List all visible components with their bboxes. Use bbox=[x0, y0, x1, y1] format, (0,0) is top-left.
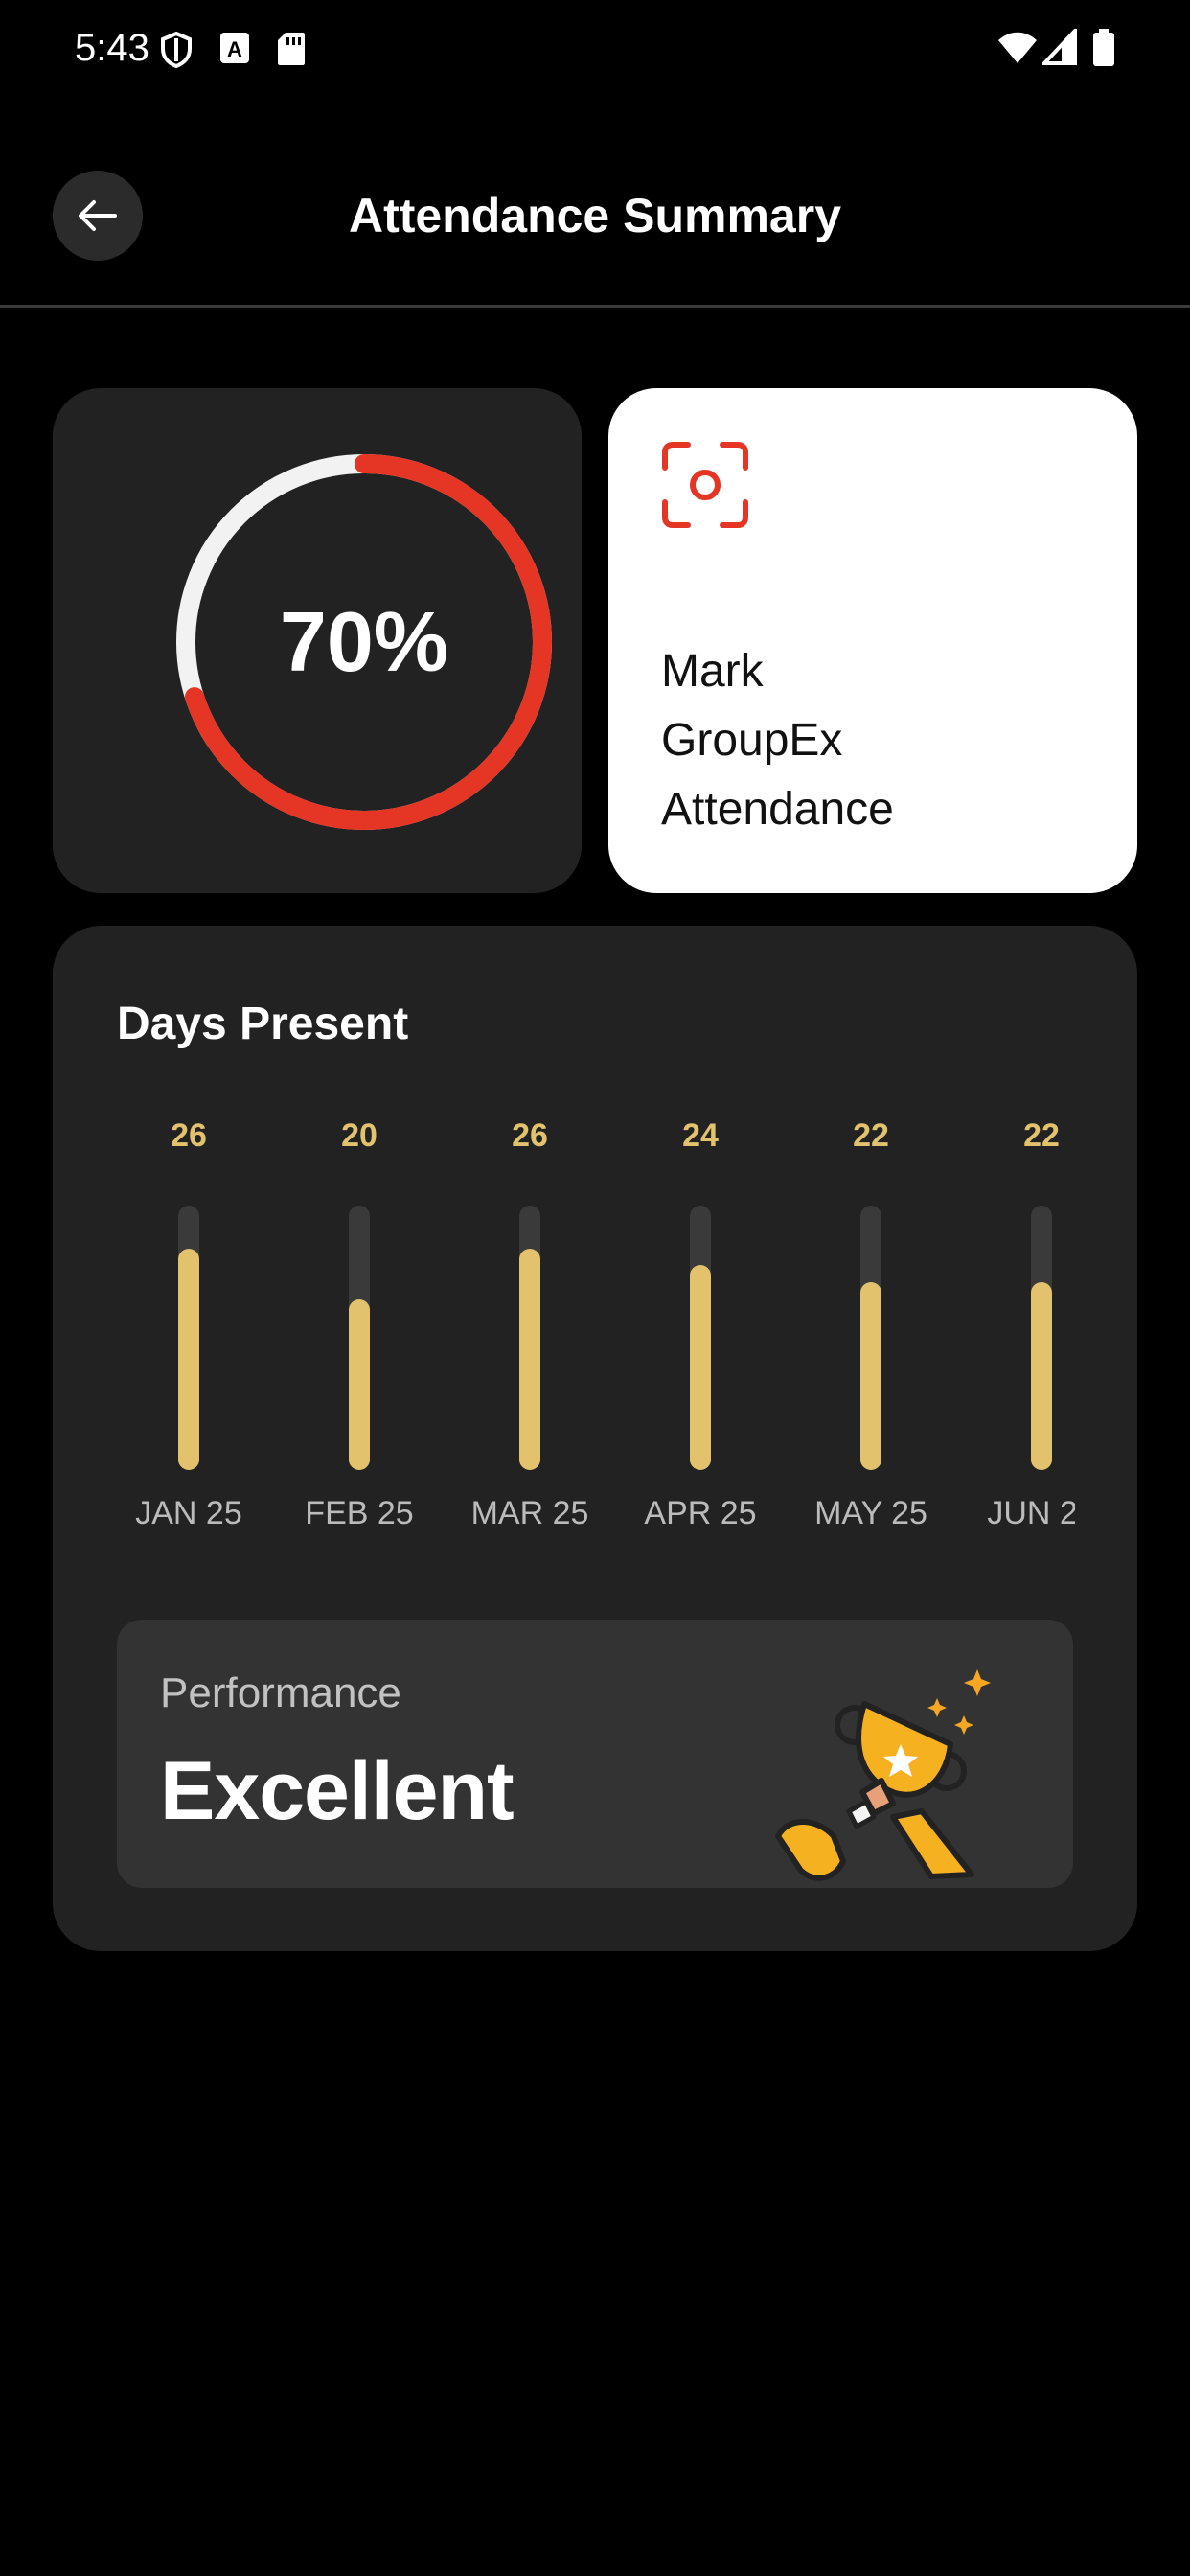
status-time: 5:43 bbox=[75, 27, 149, 69]
bar bbox=[1031, 1282, 1052, 1470]
page-title: Attendance Summary bbox=[348, 189, 842, 242]
bar-category-label: MAR 25 bbox=[470, 1495, 589, 1531]
bar-track bbox=[519, 1206, 540, 1470]
performance-panel: Performance Excellent bbox=[117, 1620, 1073, 1888]
mark-attendance-label: Mark GroupEx Attendance bbox=[661, 646, 894, 835]
header-divider bbox=[0, 305, 1190, 308]
mark-groupex-attendance-card[interactable]: Mark GroupEx Attendance bbox=[608, 388, 1137, 893]
a11y-a-icon: A bbox=[220, 33, 249, 63]
bar bbox=[349, 1300, 370, 1470]
performance-label: Performance bbox=[160, 1669, 401, 1716]
bar-track bbox=[690, 1206, 711, 1470]
bar-track bbox=[349, 1206, 370, 1470]
bar-column: 26 MAR 25 bbox=[458, 1117, 602, 1539]
days-present-chart: 26 JAN 25 20 FEB 25 26 MAR 25 24 APR 25 22 MAY 25… bbox=[117, 1117, 1075, 1539]
bar-column: 24 APR 25 bbox=[629, 1117, 772, 1539]
bar bbox=[519, 1249, 540, 1470]
days-present-title: Days Present bbox=[117, 999, 409, 1049]
bar-category-label: MAY 25 bbox=[814, 1495, 927, 1531]
bar-value-label: 26 bbox=[171, 1117, 207, 1154]
bar-track bbox=[860, 1206, 881, 1470]
performance-value: Excellent bbox=[160, 1745, 515, 1837]
bar-column: 20 FEB 25 bbox=[287, 1117, 431, 1539]
bar-category-label: JAN 25 bbox=[135, 1495, 242, 1531]
bar-value-label: 24 bbox=[682, 1117, 719, 1154]
bar-value-label: 26 bbox=[512, 1117, 548, 1154]
progress-ring: 70% bbox=[168, 446, 561, 839]
bar-column: 26 JAN 25 bbox=[117, 1117, 261, 1539]
cellular-signal-icon bbox=[1042, 29, 1077, 65]
battery-icon bbox=[1093, 29, 1114, 66]
bar bbox=[178, 1249, 199, 1470]
bar-category-label: APR 25 bbox=[644, 1495, 757, 1531]
svg-text:A: A bbox=[227, 37, 242, 61]
bar-category-label: FEB 25 bbox=[305, 1495, 414, 1531]
bar-value-label: 22 bbox=[853, 1117, 889, 1154]
bar-column: 22 JUN 25 bbox=[970, 1117, 1075, 1539]
bar bbox=[860, 1282, 881, 1470]
bar-track bbox=[178, 1206, 199, 1470]
bar-value-label: 20 bbox=[341, 1117, 378, 1154]
sd-card-icon bbox=[278, 33, 305, 65]
bar-column: 22 MAY 25 bbox=[799, 1117, 943, 1539]
app-header: Attendance Summary bbox=[0, 163, 1190, 307]
attendance-percent: 70% bbox=[279, 594, 449, 689]
days-present-card: Days Present 26 JAN 25 20 FEB 25 26 MAR 25 24 A… bbox=[53, 926, 1137, 1951]
shield-icon bbox=[161, 31, 192, 69]
attendance-progress-card: 70% bbox=[53, 388, 582, 893]
status-bar: 5:43 A bbox=[0, 0, 1190, 100]
wifi-icon bbox=[998, 32, 1037, 63]
bar-category-label: JUN 25 bbox=[987, 1495, 1075, 1531]
bar-track bbox=[1031, 1206, 1052, 1470]
bar bbox=[690, 1265, 711, 1470]
bar-value-label: 22 bbox=[1023, 1117, 1060, 1154]
scan-focus-icon bbox=[662, 442, 748, 528]
trophy-icon bbox=[775, 1669, 991, 1881]
